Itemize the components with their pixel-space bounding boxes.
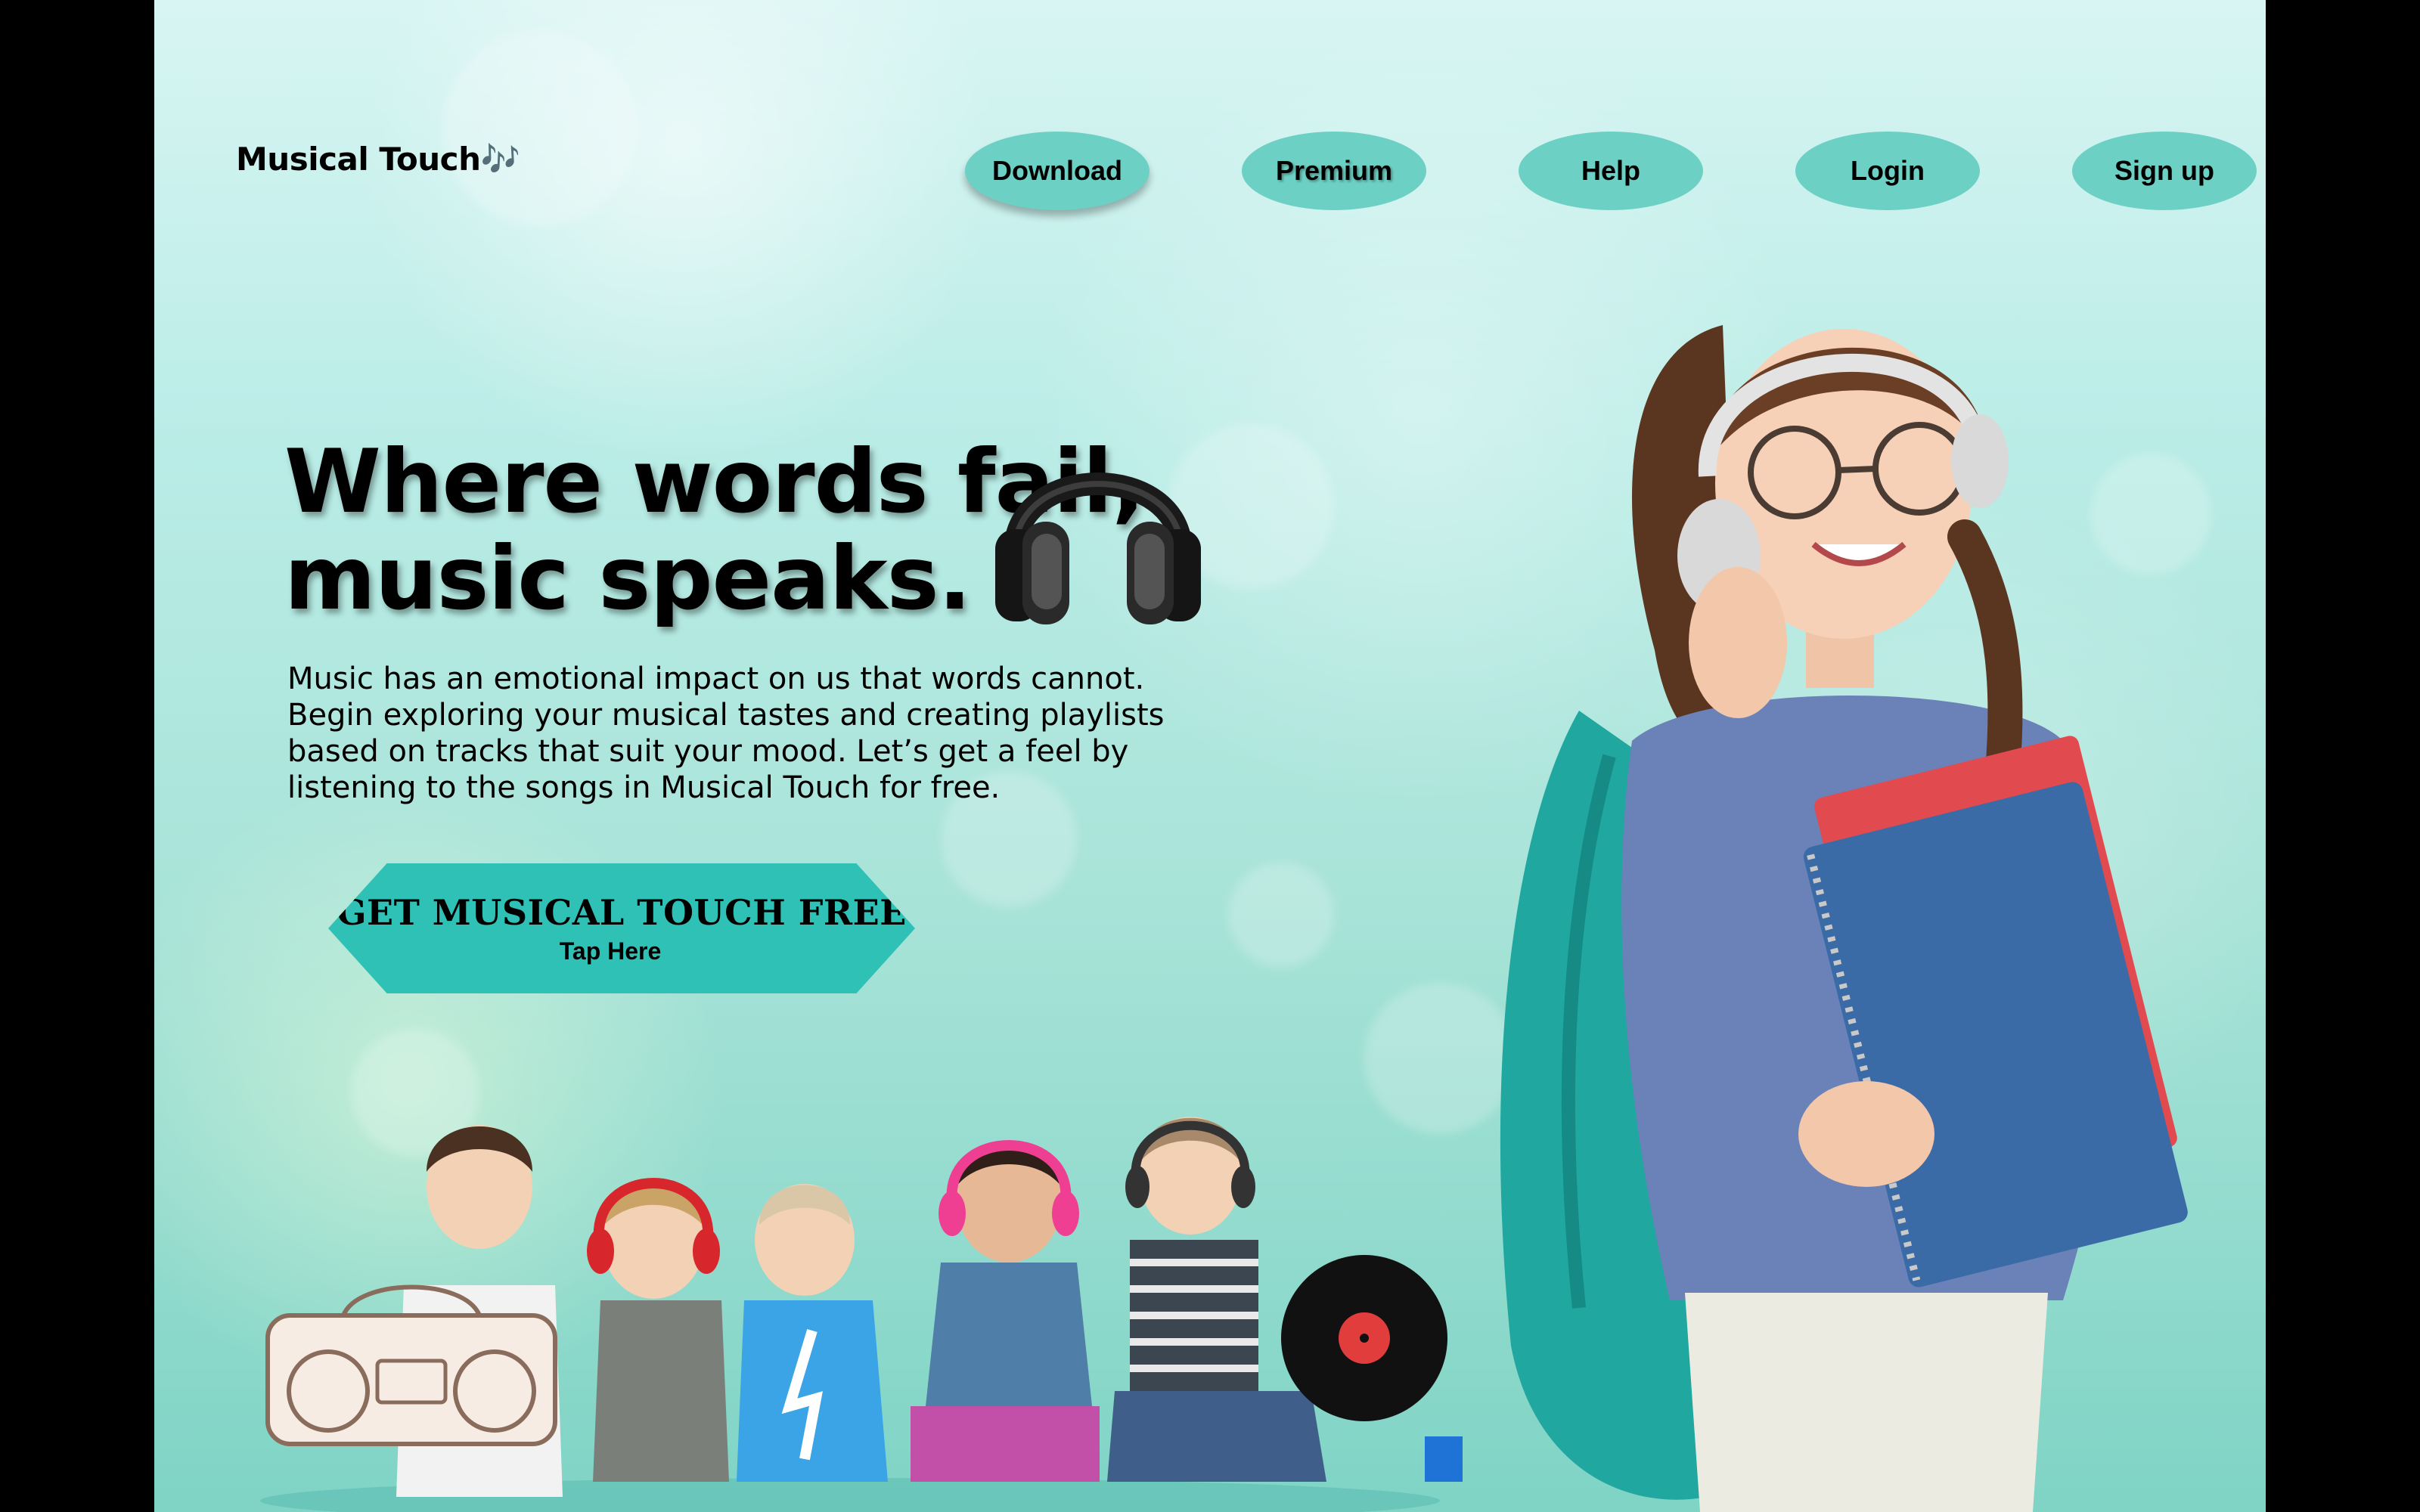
hero-description-line: Begin exploring your musical tastes and … (287, 698, 1165, 733)
nav-help-button[interactable]: Help (1519, 132, 1703, 210)
nav-download-button[interactable]: Download (965, 132, 1150, 210)
cta-label: GET MUSICAL TOUCH FREE (337, 892, 907, 933)
hero-description-line: based on tracks that suit your mood. Let… (287, 734, 1129, 769)
hero-description: Music has an emotional impact on us that… (287, 661, 1270, 806)
nav-premium-button[interactable]: Premium (1242, 132, 1426, 210)
cta-sublabel: Tap Here (559, 937, 662, 965)
bokeh-light (1228, 862, 1334, 968)
kids-with-headphones-image (260, 1117, 1463, 1512)
nav-login-button[interactable]: Login (1795, 132, 1980, 210)
brand-logo[interactable]: Musical Touch🎶 (236, 141, 520, 178)
get-musical-touch-free-button[interactable]: GET MUSICAL TOUCH FREE Tap Here (328, 863, 915, 993)
landing-page: Musical Touch🎶 Download Premium Help Log… (154, 0, 2266, 1512)
girl-with-headphones-image (1500, 325, 2188, 1512)
hero-description-line: listening to the songs in Musical Touch … (287, 770, 1001, 805)
hero-description-line: Music has an emotional impact on us that… (287, 662, 1145, 696)
headphones-icon (995, 472, 1201, 624)
bokeh-light (442, 30, 638, 227)
page: Musical Touch🎶 Download Premium Help Log… (0, 0, 2420, 1512)
nav-signup-button[interactable]: Sign up (2072, 132, 2257, 210)
